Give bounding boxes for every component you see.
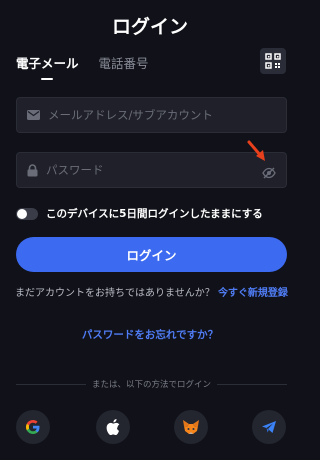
google-login-button[interactable] — [16, 410, 50, 444]
signup-prompt: まだアカウントをお持ちではありませんか？ 今すぐ新規登録 — [14, 285, 289, 302]
signup-prompt-text: まだアカウントをお持ちではありませんか？ — [15, 288, 215, 299]
telegram-icon — [262, 421, 276, 433]
annotation-arrow-icon — [247, 140, 265, 161]
tab-phone[interactable]: 電話番号 — [99, 53, 149, 72]
password-input[interactable] — [46, 163, 246, 177]
remember-me-row: このデバイスに5日間ログインしたままにする — [16, 206, 263, 221]
telegram-login-button[interactable] — [252, 410, 286, 444]
email-input[interactable] — [48, 108, 248, 122]
login-method-tabs: 電子メール 電話番号 — [16, 53, 149, 80]
divider-line-right — [217, 383, 288, 385]
page-title: ログイン — [111, 16, 188, 38]
eye-off-icon — [262, 167, 276, 179]
signup-link[interactable]: 今すぐ新規登録 — [218, 288, 288, 299]
login-button[interactable]: ログイン — [16, 237, 287, 272]
toggle-password-visibility[interactable] — [262, 164, 276, 183]
google-icon — [26, 420, 40, 434]
divider-text: または、以下の方法でログイン — [92, 380, 212, 390]
metamask-icon — [183, 420, 199, 434]
forgot-password-link[interactable]: パスワードをお忘れですか？ — [0, 327, 300, 342]
divider-line-left — [16, 383, 86, 385]
qr-code-button[interactable] — [260, 48, 286, 74]
email-field[interactable] — [16, 97, 287, 133]
qr-code-icon — [265, 53, 281, 69]
lock-icon — [27, 163, 38, 176]
metamask-login-button[interactable] — [174, 410, 208, 444]
mail-icon — [27, 110, 40, 120]
alternative-login-divider: または、以下の方法でログイン — [16, 378, 288, 390]
remember-me-label: このデバイスに5日間ログインしたままにする — [46, 208, 263, 220]
remember-me-toggle[interactable] — [16, 207, 38, 220]
apple-icon — [106, 419, 120, 435]
tab-email[interactable]: 電子メール — [16, 53, 79, 80]
apple-login-button[interactable] — [96, 410, 130, 444]
